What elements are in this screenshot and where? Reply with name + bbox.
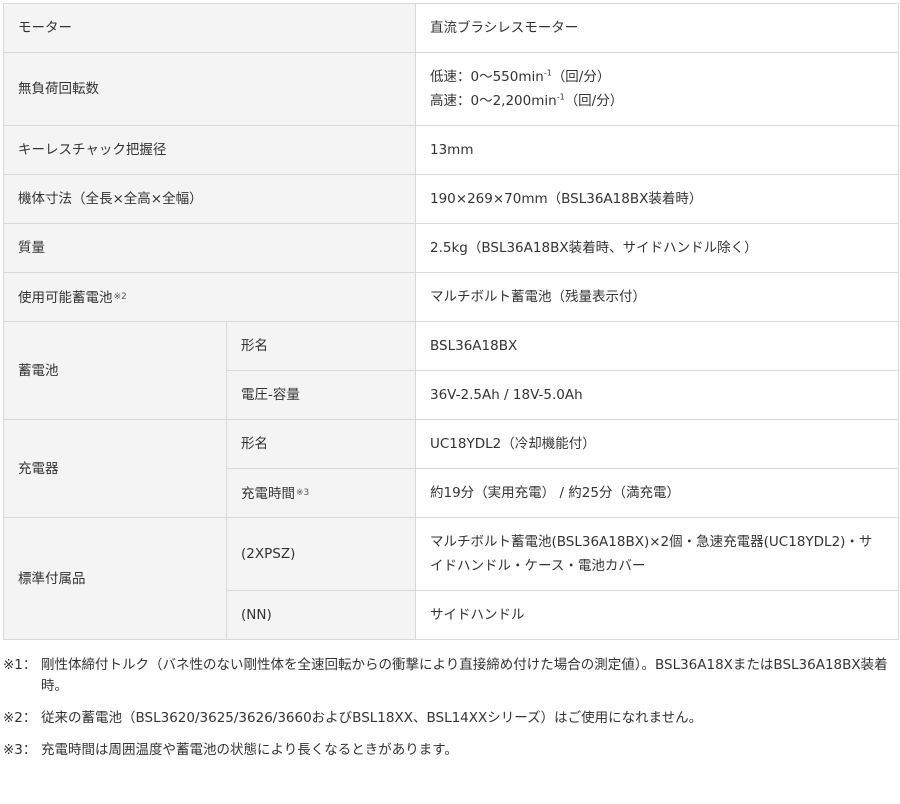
spec-sublabel: 形名: [226, 321, 416, 371]
spec-row-battery-model: 蓄電池 形名 BSL36A18BX: [3, 321, 899, 420]
spec-value: 約19分（実用充電） / 約25分（満充電）: [415, 468, 899, 518]
footnote-mark: ※1：: [3, 657, 37, 673]
spec-sublabel: 形名: [226, 419, 416, 469]
spec-value: 36V-2.5Ah / 18V-5.0Ah: [415, 370, 899, 420]
spec-row-chuck: キーレスチャック把握径 13mm: [3, 125, 899, 175]
spec-value: 2.5kg（BSL36A18BX装着時、サイドハンドル除く）: [415, 223, 899, 273]
footnote-2: ※2： 従来の蓄電池（BSL3620/3625/3626/3660およびBSL1…: [3, 708, 898, 729]
spec-sublabel: 電圧-容量: [226, 370, 416, 420]
spec-value: UC18YDL2（冷却機能付）: [415, 419, 899, 469]
spec-row-dimensions: 機体寸法（全長×全高×全幅） 190×269×70mm（BSL36A18BX装着…: [3, 174, 899, 224]
spec-sublabel: 充電時間※3: [226, 468, 416, 518]
spec-label: キーレスチャック把握径: [3, 125, 416, 175]
spec-group-label-battery: 蓄電池: [3, 321, 227, 420]
footnote-text: 充電時間は周囲温度や蓄電池の状態により長くなるときがあります。: [41, 742, 458, 758]
spec-value: マルチボルト蓄電池（残量表示付）: [415, 272, 899, 322]
footnote-mark: ※2：: [3, 710, 37, 726]
spec-value: 低速：0～550min-1（回/分） 高速：0～2,200min-1（回/分）: [415, 52, 899, 126]
spec-group-label-charger: 充電器: [3, 419, 227, 518]
spec-row-noload-speed: 無負荷回転数 低速：0～550min-1（回/分） 高速：0～2,200min-…: [3, 52, 899, 126]
footnote-3: ※3： 充電時間は周囲温度や蓄電池の状態により長くなるときがあります。: [3, 740, 898, 761]
spec-value: マルチボルト蓄電池(BSL36A18BX)×2個・急速充電器(UC18YDL2)…: [415, 517, 899, 591]
spec-row-charger-model: 充電器 形名 UC18YDL2（冷却機能付）: [3, 419, 899, 518]
spec-sublabel: (2XPSZ): [226, 517, 416, 591]
spec-row-motor: モーター 直流ブラシレスモーター: [3, 3, 899, 53]
spec-label: 質量: [3, 223, 416, 273]
speed-high: 高速：0～2,200min-1（回/分）: [430, 92, 624, 109]
spec-value: 直流ブラシレスモーター: [415, 3, 899, 53]
speed-low: 低速：0～550min-1（回/分）: [430, 68, 611, 85]
footnote-text: 剛性体締付トルク（バネ性のない剛性体を全速回転からの衝撃により直接締め付けた場合…: [41, 657, 888, 694]
spec-label: モーター: [3, 3, 416, 53]
footnotes: ※1： 剛性体締付トルク（バネ性のない剛性体を全速回転からの衝撃により直接締め付…: [3, 655, 898, 772]
footnote-1: ※1： 剛性体締付トルク（バネ性のない剛性体を全速回転からの衝撃により直接締め付…: [3, 655, 898, 697]
footnote-text: 従来の蓄電池（BSL3620/3625/3626/3660およびBSL18XX、…: [41, 710, 703, 726]
spec-value: BSL36A18BX: [415, 321, 899, 371]
spec-value: 190×269×70mm（BSL36A18BX装着時）: [415, 174, 899, 224]
spec-row-weight: 質量 2.5kg（BSL36A18BX装着時、サイドハンドル除く）: [3, 223, 899, 273]
note-ref-3: ※3: [296, 487, 310, 498]
footnote-mark: ※3：: [3, 742, 37, 758]
spec-label: 使用可能蓄電池※2: [3, 272, 416, 322]
spec-value: 13mm: [415, 125, 899, 175]
spec-label: 機体寸法（全長×全高×全幅）: [3, 174, 416, 224]
spec-row-usable-battery: 使用可能蓄電池※2 マルチボルト蓄電池（残量表示付）: [3, 272, 899, 322]
spec-row-accessories-2xpsz: 標準付属品 (2XPSZ) マルチボルト蓄電池(BSL36A18BX)×2個・急…: [3, 517, 899, 640]
spec-label: 無負荷回転数: [3, 52, 416, 126]
spec-group-label-accessories: 標準付属品: [3, 517, 227, 640]
note-ref-2: ※2: [113, 291, 127, 302]
spec-sublabel: (NN): [226, 590, 416, 640]
spec-value: サイドハンドル: [415, 590, 899, 640]
spec-table: モーター 直流ブラシレスモーター 無負荷回転数 低速：0～550min-1（回/…: [3, 3, 899, 640]
